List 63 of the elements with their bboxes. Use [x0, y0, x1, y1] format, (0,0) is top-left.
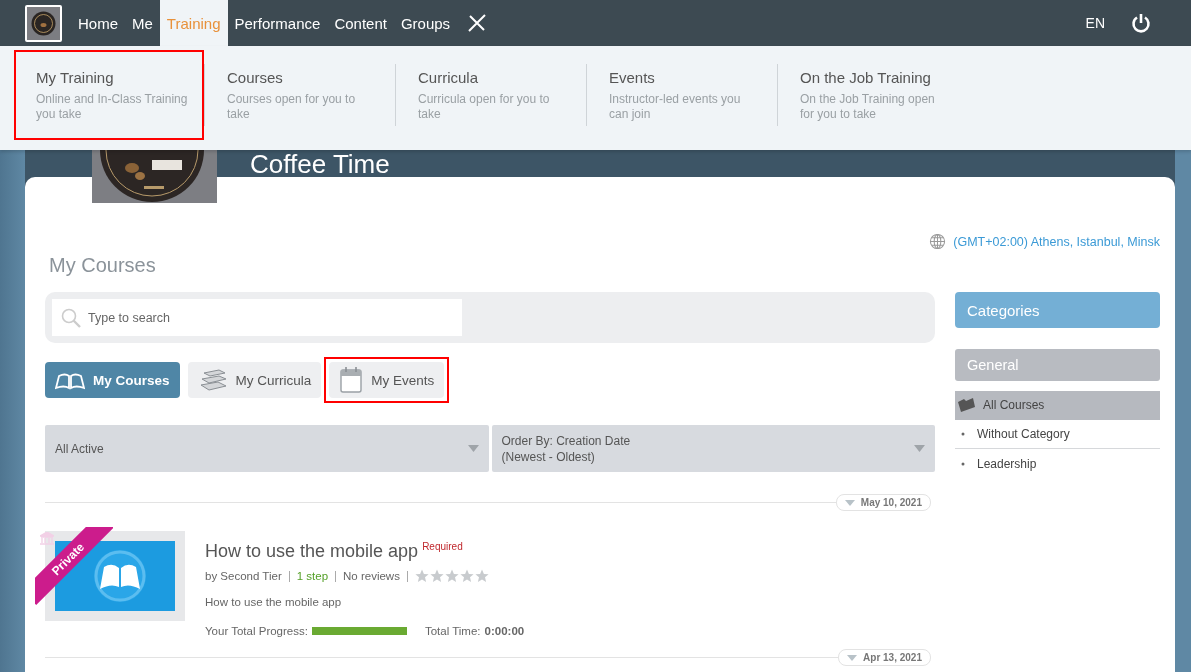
filter-dropdown[interactable]: Order By: Creation Date (Newest - Oldest): [491, 425, 935, 472]
course-meta: by Second Tier: [205, 570, 282, 582]
folder-icon: [958, 398, 975, 412]
category-item[interactable]: Without Category: [955, 420, 1160, 449]
nav-tab[interactable]: Content: [327, 0, 394, 46]
filter-dropdown[interactable]: All Active: [45, 425, 489, 472]
view-tab[interactable]: My Courses: [45, 362, 180, 398]
menu-item-description: Online and In-Class Training you take: [36, 92, 188, 122]
star-icon: [459, 569, 474, 583]
menu-item-description: Curricula open for you to take: [418, 92, 551, 122]
nav-tab[interactable]: Home: [71, 0, 125, 46]
globe-icon: [929, 233, 947, 250]
language-link[interactable]: EN: [1085, 15, 1105, 31]
view-tab[interactable]: My Events: [329, 362, 445, 398]
caret-icon: [844, 499, 855, 506]
bank-icon: [40, 532, 54, 545]
star-icon: [474, 569, 489, 583]
menu-item-title: On the Job Training: [800, 69, 932, 86]
bullet-icon: [961, 461, 965, 466]
menu-item[interactable]: Courses Courses open for you to take: [205, 50, 395, 140]
date-label: May 10, 2021: [860, 497, 922, 508]
nav-tab[interactable]: Me: [125, 0, 160, 46]
course-title[interactable]: How to use the mobile app: [205, 541, 419, 562]
bullet-icon: [961, 432, 965, 436]
power-icon[interactable]: [1131, 13, 1151, 33]
calendar-icon: [339, 366, 364, 394]
menu-item-title: Curricula: [418, 69, 479, 86]
star-icon: [414, 569, 429, 583]
star-icon: [429, 569, 444, 583]
menu-item-title: My Training: [36, 69, 115, 86]
category-item[interactable]: All Courses: [955, 391, 1160, 420]
category-item[interactable]: Leadership: [955, 449, 1160, 478]
search-field[interactable]: Type to search: [52, 299, 462, 336]
close-icon[interactable]: [467, 13, 488, 33]
menu-item-description: Courses open for you to take: [227, 92, 357, 122]
caret-icon: [914, 445, 925, 452]
view-tab[interactable]: My Curricula: [187, 362, 322, 398]
caret-icon: [467, 445, 479, 452]
course-description: How to use the mobile app: [205, 596, 343, 608]
menu-item[interactable]: Curricula Curricula open for you to take: [396, 50, 586, 140]
menu-item[interactable]: Events Instructor-led events you can join: [587, 50, 777, 140]
nav-tab[interactable]: Groups: [393, 0, 458, 46]
menu-item-description: Instructor-led events you can join: [609, 92, 742, 122]
category-group-header: General: [955, 349, 1160, 381]
menu-item-description: On the Job Training open for you to take: [800, 92, 936, 122]
star-icon: [444, 569, 459, 583]
menu-item[interactable]: My Training Online and In-Class Training you take: [14, 50, 204, 140]
menu-item-title: Courses: [227, 69, 284, 86]
menu-item[interactable]: On the Job Training On the Job Training open for you to take: [778, 50, 968, 140]
course-thumbnail[interactable]: [45, 531, 185, 621]
progress-label: Your Total Progress:: [205, 625, 308, 637]
logo-icon[interactable]: [25, 4, 62, 42]
time-label: Total Time:: [424, 625, 481, 637]
menu-item-title: Events: [609, 69, 656, 86]
required-label: Required: [422, 541, 463, 552]
nav-tab[interactable]: Performance: [227, 0, 328, 46]
date-label: Apr 13, 2021: [863, 652, 922, 663]
banner-title: Coffee Time: [250, 150, 390, 178]
page-title: My Courses: [49, 254, 157, 277]
caret-icon: [847, 654, 858, 661]
time-value: 0:00:00: [484, 625, 525, 637]
search-icon: [60, 307, 82, 329]
course-meta: No reviews: [343, 570, 400, 582]
